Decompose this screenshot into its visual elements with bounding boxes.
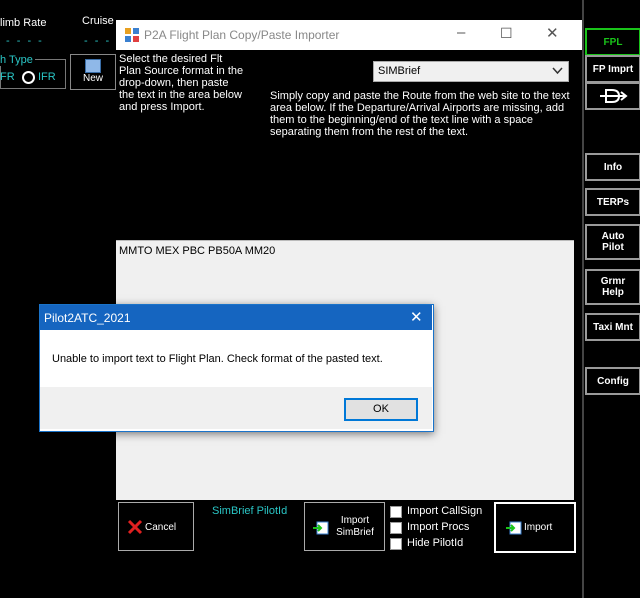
hide-pilotid-label: Hide PilotId [407, 537, 464, 549]
pasted-route-text: MMTO MEX PBC PB50A MM20 [119, 245, 276, 257]
fp-import-button[interactable]: FP Imprt [585, 55, 640, 83]
vfr-radio-label[interactable]: FR [0, 71, 15, 83]
help-line: them to the beginning/end of the text li… [270, 114, 533, 126]
new-document-icon [85, 59, 101, 73]
help-line: Simply copy and paste the Route from the… [270, 90, 570, 102]
terps-button[interactable]: TERPs [585, 188, 640, 216]
grammar-help-button[interactable]: Grmr Help [585, 269, 640, 305]
ifr-radio[interactable] [22, 71, 35, 84]
new-button[interactable]: New [70, 54, 116, 90]
grammar-help-label-line2: Help [602, 287, 624, 298]
direct-to-icon [600, 89, 628, 103]
instructions-line: and press Import. [119, 101, 205, 113]
instructions-line: Plan Source format in the [119, 65, 244, 77]
source-format-selected: SIMBrief [378, 65, 421, 77]
chevron-down-icon [552, 67, 563, 75]
error-dialog-title-bar: Pilot2ATC_2021 ✕ [40, 305, 432, 330]
import-document-icon [506, 521, 522, 535]
error-dialog-title: Pilot2ATC_2021 [44, 311, 131, 325]
cancel-label: Cancel [145, 522, 177, 533]
import-button[interactable]: Import [494, 502, 576, 553]
instructions-line: Select the desired Flt [119, 53, 223, 65]
ok-button[interactable]: OK [344, 398, 418, 421]
route-direct-button[interactable] [585, 82, 640, 110]
cruise-label: Cruise [82, 15, 114, 27]
help-line: separating them from the rest of the tex… [270, 126, 469, 138]
import-simbrief-label: Import SimBrief [333, 515, 377, 539]
import-simbrief-label-line1: Import [340, 515, 370, 526]
help-text: Simply copy and paste the Route from the… [270, 90, 570, 138]
minimize-button[interactable]: – [457, 24, 465, 41]
red-x-icon [127, 519, 143, 535]
auto-pilot-button[interactable]: Auto Pilot [585, 224, 640, 260]
auto-pilot-label-line2: Pilot [602, 242, 624, 253]
simbrief-pilotid-label: SimBrief PilotId [212, 505, 288, 517]
source-format-dropdown[interactable]: SIMBrief [373, 61, 569, 82]
import-document-icon [313, 521, 329, 535]
dialog-close-button[interactable]: ✕ [410, 308, 423, 326]
close-button[interactable]: ✕ [546, 24, 559, 42]
flight-type-label: h Type [0, 54, 35, 66]
taxi-maintenance-button[interactable]: Taxi Mnt [585, 313, 640, 341]
config-button[interactable]: Config [585, 367, 640, 395]
instructions-text: Select the desired Flt Plan Source forma… [119, 53, 264, 113]
importer-title-bar: P2A Flight Plan Copy/Paste Importer – ☐ … [116, 20, 582, 50]
climb-rate-value: - - - - [6, 35, 44, 47]
hide-pilotid-checkbox[interactable] [390, 538, 402, 550]
import-callsign-label: Import CallSign [407, 505, 483, 517]
info-button[interactable]: Info [585, 153, 640, 181]
error-message: Unable to import text to Flight Plan. Ch… [52, 353, 383, 365]
import-simbrief-label-line2: SimBrief [336, 527, 374, 538]
importer-title: P2A Flight Plan Copy/Paste Importer [144, 28, 340, 42]
instructions-line: drop-down, then paste [119, 77, 229, 89]
app-icon [125, 28, 139, 42]
auto-pilot-label-line1: Auto [601, 231, 625, 242]
climb-rate-label: limb Rate [0, 17, 47, 29]
instructions-line: the text in the area below [119, 89, 242, 101]
import-procs-label: Import Procs [407, 521, 470, 533]
new-button-label: New [82, 73, 103, 84]
error-dialog-body: Unable to import text to Flight Plan. Ch… [40, 330, 432, 387]
help-line: area below. If the Departure/Arrival Air… [270, 102, 565, 114]
import-callsign-checkbox[interactable] [390, 506, 402, 518]
fpl-button[interactable]: FPL [585, 28, 640, 56]
cancel-button[interactable]: Cancel [118, 502, 194, 551]
ifr-radio-label[interactable]: IFR [38, 71, 56, 83]
import-procs-checkbox[interactable] [390, 522, 402, 534]
maximize-button[interactable]: ☐ [500, 25, 513, 42]
import-simbrief-button[interactable]: Import SimBrief [304, 502, 385, 551]
import-label: Import [524, 522, 553, 533]
grammar-help-label-line1: Grmr [600, 276, 626, 287]
